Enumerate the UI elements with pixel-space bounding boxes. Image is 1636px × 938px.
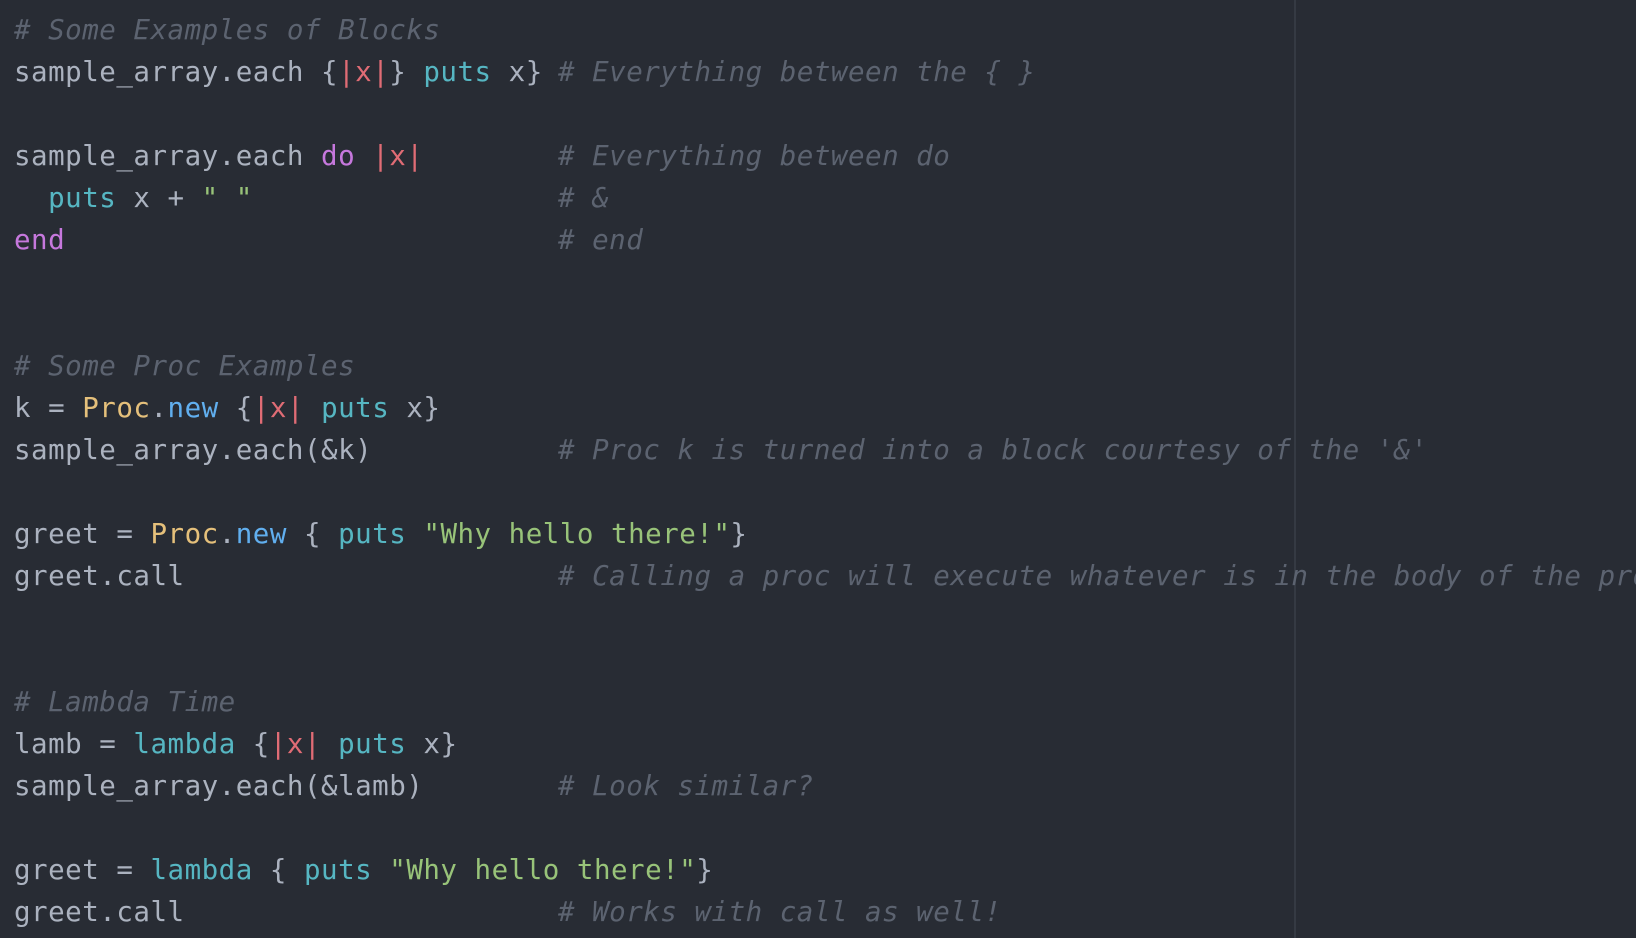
code-token: sample_array.each [14, 140, 322, 172]
code-segment: lamb = lambda {|x| puts x} [14, 723, 458, 765]
code-editor[interactable]: # Some Examples of Blocks sample_array.ea… [0, 0, 1636, 938]
code-token: greet = [14, 518, 151, 550]
keyword-token: end [14, 224, 66, 256]
class-name-token: Proc [82, 392, 151, 424]
builtin-token: puts [338, 518, 407, 550]
code-segment: greet = Proc.new { puts "Why hello there… [14, 513, 747, 555]
code-token: sample_array.each(&k) [14, 434, 373, 466]
code-segment: sample_array.each {|x|} puts x} [14, 51, 543, 93]
code-token: { [235, 728, 270, 760]
code-token: { [252, 854, 304, 886]
inline-comment: # Proc k is turned into a block courtesy… [558, 434, 1428, 466]
inline-comment: # Everything between do [558, 140, 951, 172]
block-param-token: |x| [269, 728, 322, 760]
code-segment: sample_array.each(&k) [14, 429, 372, 471]
inline-comment: # Look similar? [558, 770, 814, 802]
comment-token: # Some Examples of Blocks [14, 14, 441, 46]
inline-comment: # & [558, 182, 610, 214]
code-segment: # Lambda Time [14, 681, 236, 723]
code-segment: greet.call [14, 555, 185, 597]
code-token: { [286, 518, 339, 550]
keyword-token: do [321, 140, 356, 172]
code-segment: sample_array.each(&lamb) [14, 765, 423, 807]
builtin-token: puts [338, 728, 407, 760]
code-token: { [218, 392, 253, 424]
code-token: greet = [14, 854, 151, 886]
method-token: new [167, 392, 219, 424]
string-token: "Why hello there!" [389, 854, 697, 886]
string-token: " " [201, 182, 253, 214]
inline-comment: # Calling a proc will execute whatever i… [558, 560, 1636, 592]
code-token: sample_array.each { [14, 56, 339, 88]
code-token: sample_array.each(&lamb) [14, 770, 424, 802]
class-name-token: Proc [150, 518, 219, 550]
builtin-token: lambda [133, 728, 236, 760]
builtin-token: lambda [150, 854, 253, 886]
code-token: } [389, 56, 424, 88]
code-token: } [696, 854, 714, 886]
builtin-token: puts [48, 182, 117, 214]
code-segment: # Some Examples of Blocks [14, 9, 440, 51]
code-token: . [218, 518, 236, 550]
inline-comment: # Everything between the { } [558, 56, 1036, 88]
method-token: new [235, 518, 287, 550]
string-token: "Why hello there!" [423, 518, 731, 550]
block-param-token: |x| [252, 392, 304, 424]
builtin-token: puts [321, 392, 390, 424]
code-token: . [150, 392, 168, 424]
code-segment: greet = lambda { puts "Why hello there!"… [14, 849, 713, 891]
code-token: x} [389, 392, 441, 424]
code-segment: puts x + " " [14, 177, 253, 219]
code-token: greet.call [14, 560, 185, 592]
code-token: x + [116, 182, 202, 214]
code-segment: # Some Proc Examples [14, 345, 355, 387]
inline-comment: # end [558, 224, 644, 256]
comment-token: # Some Proc Examples [14, 350, 356, 382]
comment-token: # Lambda Time [14, 686, 236, 718]
code-token: k = [14, 392, 83, 424]
block-param-token: |x| [372, 140, 424, 172]
inline-comment: # Works with call as well! [558, 896, 1002, 928]
code-token: x} [491, 56, 543, 88]
code-segment: greet.call [14, 891, 185, 933]
block-param-token: |x| [338, 56, 390, 88]
code-segment: sample_array.each do |x| [14, 135, 423, 177]
code-token: x} [406, 728, 458, 760]
code-token: } [730, 518, 748, 550]
code-segment: k = Proc.new {|x| puts x} [14, 387, 440, 429]
code-token: greet.call [14, 896, 185, 928]
code-segment: end [14, 219, 65, 261]
code-token: lamb = [14, 728, 134, 760]
builtin-token: puts [423, 56, 492, 88]
builtin-token: puts [303, 854, 373, 886]
